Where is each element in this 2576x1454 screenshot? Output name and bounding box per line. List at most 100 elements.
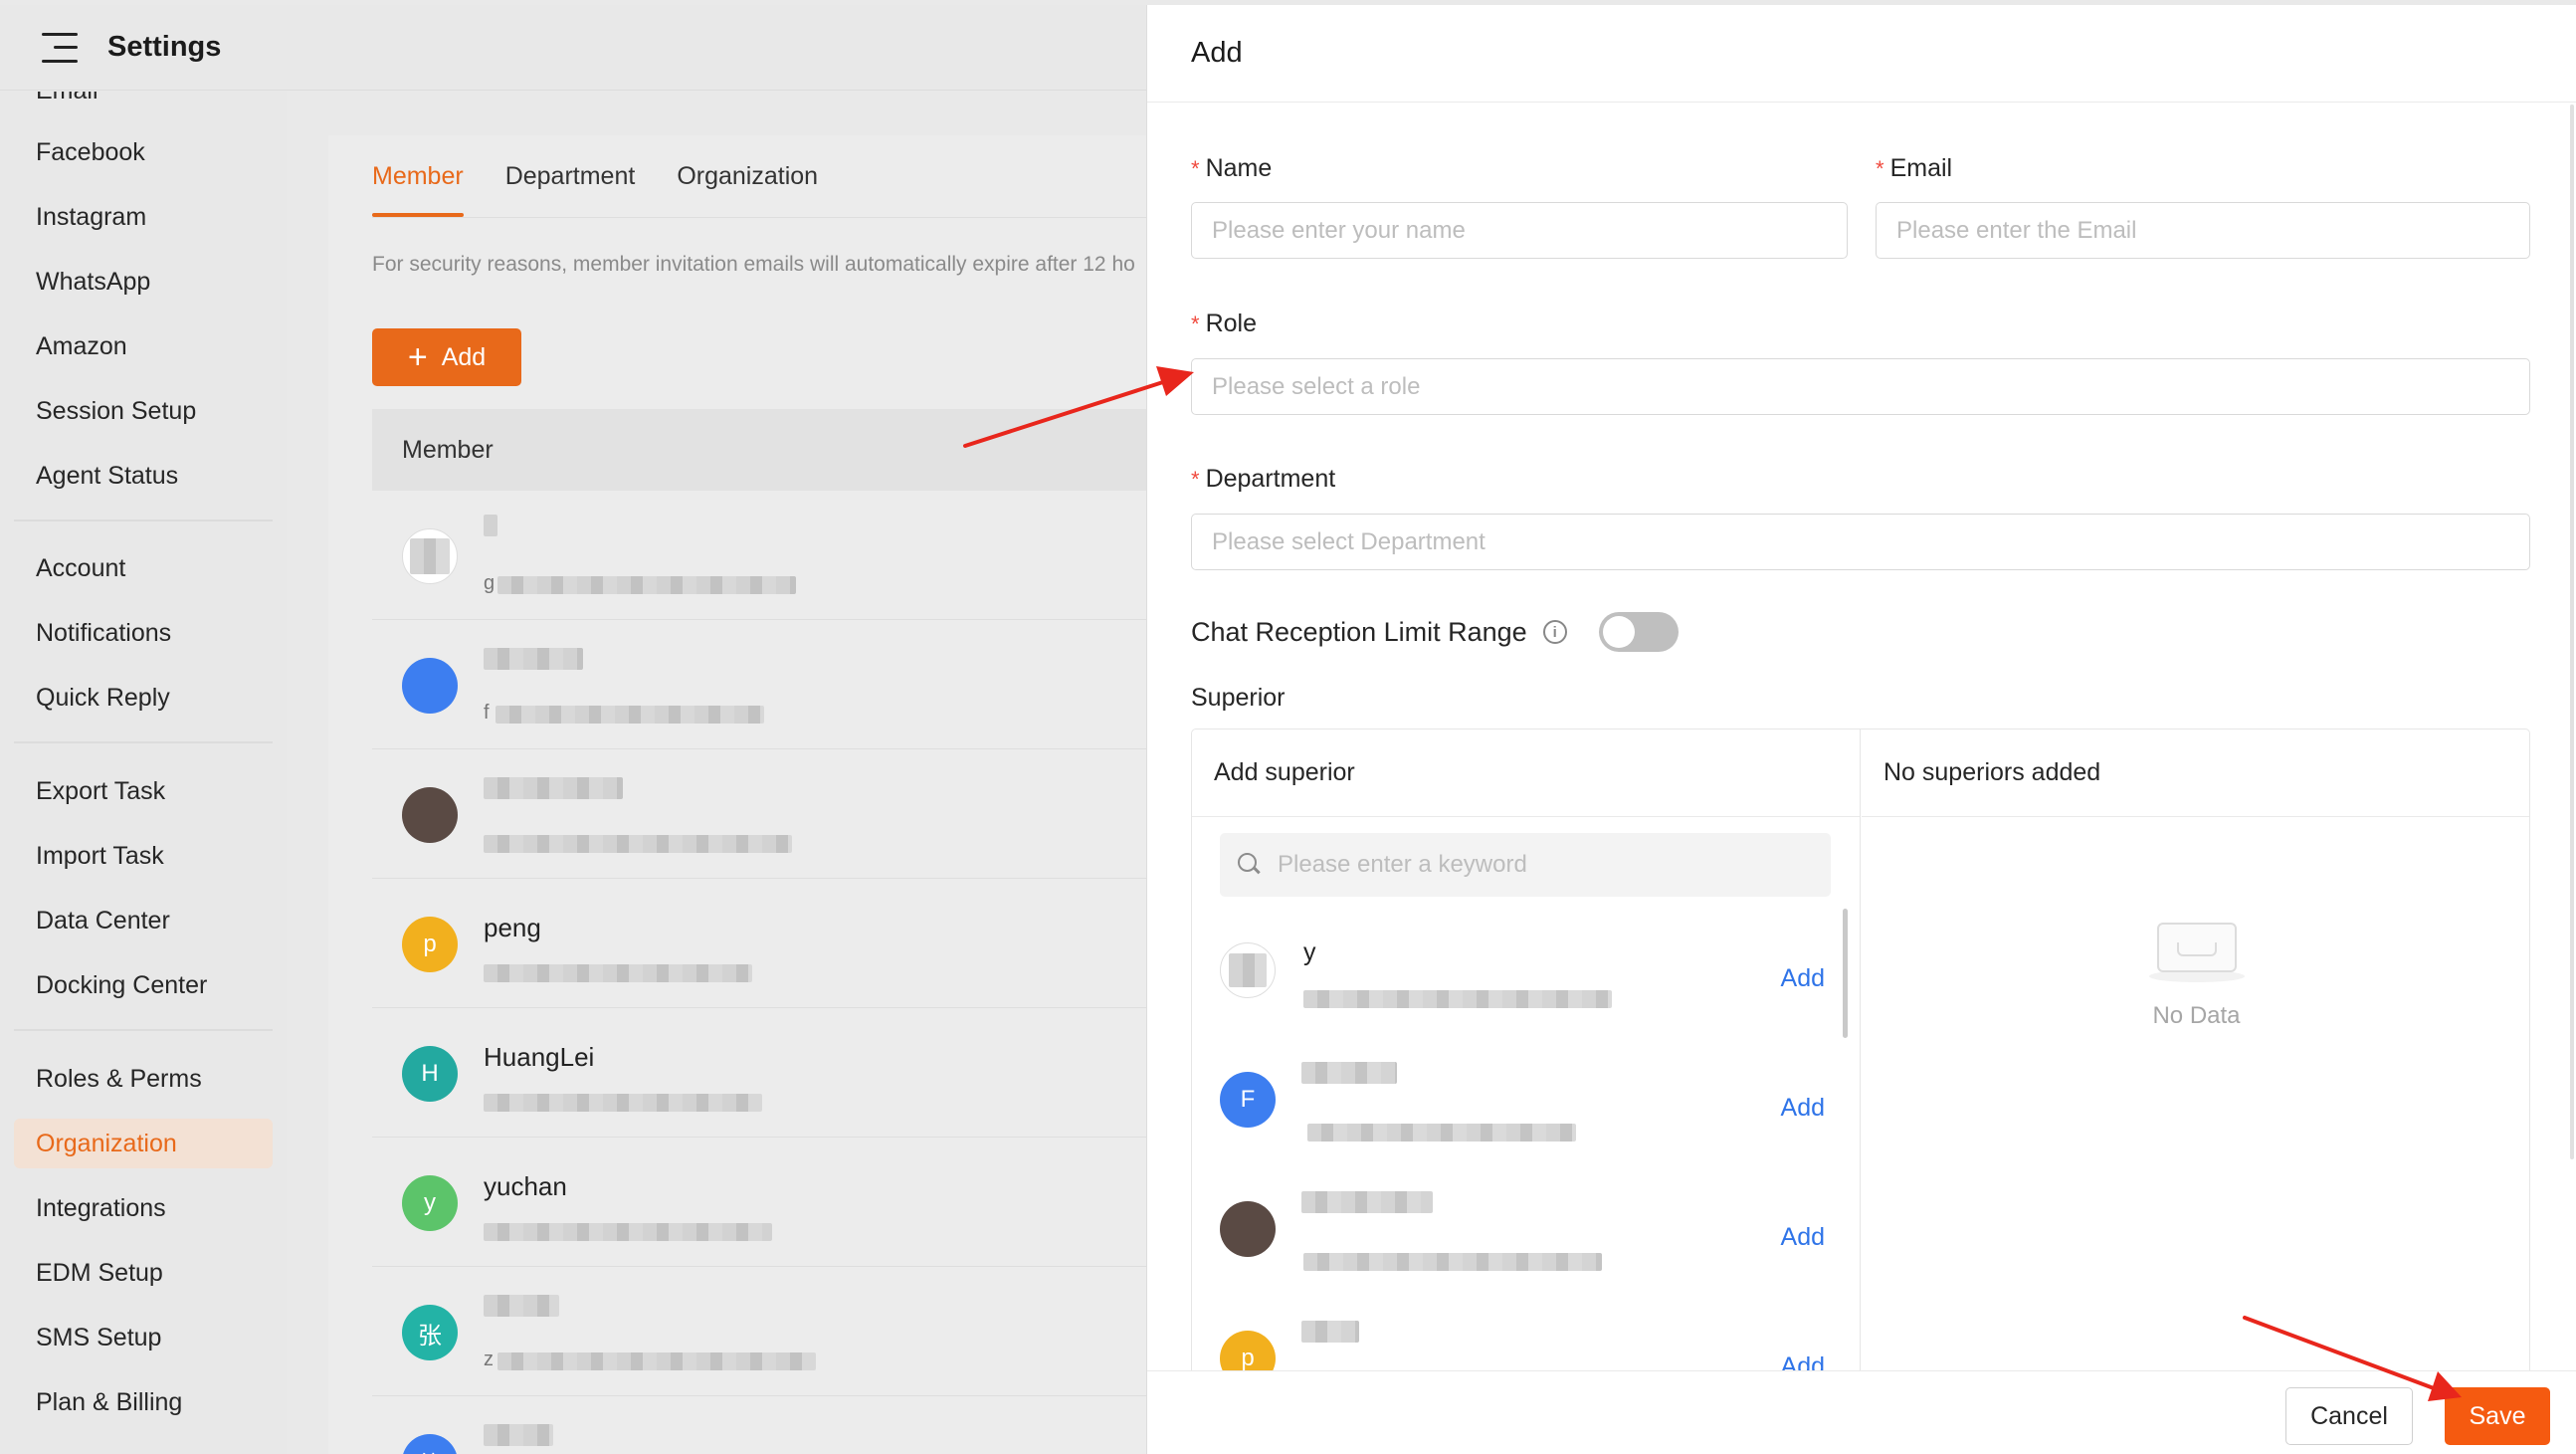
chat-limit-toggle[interactable] [1598,612,1679,652]
email-label-text: Email [1889,154,1953,182]
table-row[interactable]: g [372,491,1146,620]
top-bar: Settings [0,5,1146,91]
cancel-button[interactable]: Cancel [2285,1387,2413,1445]
sidebar-item-quick-reply[interactable]: Quick Reply [14,673,273,723]
sidebar-item-instagram[interactable]: Instagram [14,192,273,242]
role-select[interactable]: Please select a role [1191,358,2530,415]
add-superior-button[interactable]: Add [1781,1223,1825,1252]
email-input[interactable] [1876,202,2530,259]
chat-limit-label: Chat Reception Limit Range [1191,616,1527,647]
table-row[interactable]: p peng [372,879,1146,1008]
tab-bar: Member Department Organization [372,135,818,217]
member-email: g [484,572,495,594]
add-superior-button[interactable]: Add [1781,964,1825,993]
sidebar-item-integrations[interactable]: Integrations [14,1183,273,1233]
sidebar-divider [14,741,273,743]
name-label: * Name [1191,154,1273,182]
member-name: peng [484,913,541,942]
table-row[interactable]: 徐 [372,1396,1146,1454]
sidebar-item-agent-status[interactable]: Agent Status [14,451,273,501]
avatar [1220,1201,1276,1257]
superior-candidates-panel: Add superior y Add F Add Add [1192,729,1861,1370]
avatar: F [1220,1072,1276,1128]
table-row[interactable]: y yuchan [372,1138,1146,1267]
sidebar-divider [14,1029,273,1031]
list-item: p Add [1192,1297,1861,1370]
superior-search-input[interactable] [1278,851,1815,879]
plus-icon: + [407,338,428,376]
save-button[interactable]: Save [2445,1387,2550,1445]
add-superior-header: Add superior [1192,729,1860,817]
avatar: H [402,1046,458,1102]
add-member-button[interactable]: + Add [372,328,521,386]
sidebar: Email Facebook Instagram WhatsApp Amazon… [0,92,287,1454]
sidebar-item-import-task[interactable]: Import Task [14,831,273,881]
sidebar-item-facebook[interactable]: Facebook [14,127,273,177]
sidebar-item-export-task[interactable]: Export Task [14,766,273,816]
sidebar-item-account[interactable]: Account [14,543,273,593]
avatar [402,658,458,714]
avatar [1220,942,1276,998]
avatar: p [1220,1331,1276,1370]
avatar: p [402,917,458,972]
sidebar-divider [14,519,273,521]
avatar [402,528,458,584]
member-email: z [484,1349,494,1370]
role-label-text: Role [1205,310,1257,337]
sidebar-item-roles-perms[interactable]: Roles & Perms [14,1054,273,1104]
sidebar-item-email[interactable]: Email [14,92,273,115]
info-icon[interactable]: i [1542,620,1567,644]
security-notice: For security reasons, member invitation … [372,253,1135,276]
sidebar-item-plan-billing[interactable]: Plan & Billing [14,1377,273,1427]
search-icon [1238,853,1262,877]
name-input[interactable] [1191,202,1848,259]
sidebar-item-session-setup[interactable]: Session Setup [14,386,273,436]
avatar: y [402,1175,458,1231]
superior-transfer: Add superior y Add F Add Add [1191,728,2530,1370]
organization-panel: Member Department Organization For secur… [328,135,1146,1454]
list-item: F Add [1192,1038,1861,1167]
table-row[interactable]: 张 z [372,1267,1146,1396]
empty-inbox-icon [2148,909,2245,982]
table-row[interactable]: H HuangLei [372,1008,1146,1138]
no-superiors-header: No superiors added [1862,729,2529,817]
add-superior-button[interactable]: Add [1781,1094,1825,1123]
table-row[interactable]: f [372,620,1146,749]
superior-label: Superior [1191,684,1286,712]
department-select[interactable]: Please select Department [1191,514,2530,570]
list-item: y Add [1192,909,1861,1038]
sidebar-item-amazon[interactable]: Amazon [14,321,273,371]
avatar [402,787,458,843]
sidebar-item-organization[interactable]: Organization [14,1119,273,1168]
email-label: * Email [1876,154,1953,182]
candidate-scrollbar[interactable] [1843,909,1848,1038]
table-row[interactable] [372,749,1146,879]
tab-department[interactable]: Department [505,135,636,217]
list-item: Add [1192,1167,1861,1297]
chat-limit-row: Chat Reception Limit Range i [1191,612,1679,652]
drawer-title: Add [1147,5,2576,103]
member-email: f [484,702,490,724]
sidebar-item-notifications[interactable]: Notifications [14,608,273,658]
menu-collapse-icon[interactable] [42,32,78,63]
sidebar-item-whatsapp[interactable]: WhatsApp [14,257,273,307]
tabs-divider [372,217,1146,218]
sidebar-item-docking-center[interactable]: Docking Center [14,960,273,1010]
sidebar-item-sms-setup[interactable]: SMS Setup [14,1313,273,1362]
name-label-text: Name [1205,154,1273,182]
add-member-label: Add [441,342,487,371]
superior-search [1220,833,1831,897]
avatar: 徐 [402,1434,458,1454]
tab-member[interactable]: Member [372,135,464,217]
empty-state: No Data [1862,909,2529,1030]
role-label: * Role [1191,310,1257,337]
sidebar-item-edm-setup[interactable]: EDM Setup [14,1248,273,1298]
drawer-footer: Cancel Save [1147,1370,2576,1454]
tab-organization[interactable]: Organization [677,135,818,217]
member-name: HuangLei [484,1042,595,1072]
drawer-scrollbar[interactable] [2570,104,2574,1159]
department-label-text: Department [1205,465,1336,493]
add-superior-button[interactable]: Add [1781,1352,1825,1370]
sidebar-item-data-center[interactable]: Data Center [14,896,273,945]
selected-superiors-panel: No superiors added No Data [1862,729,2529,1370]
